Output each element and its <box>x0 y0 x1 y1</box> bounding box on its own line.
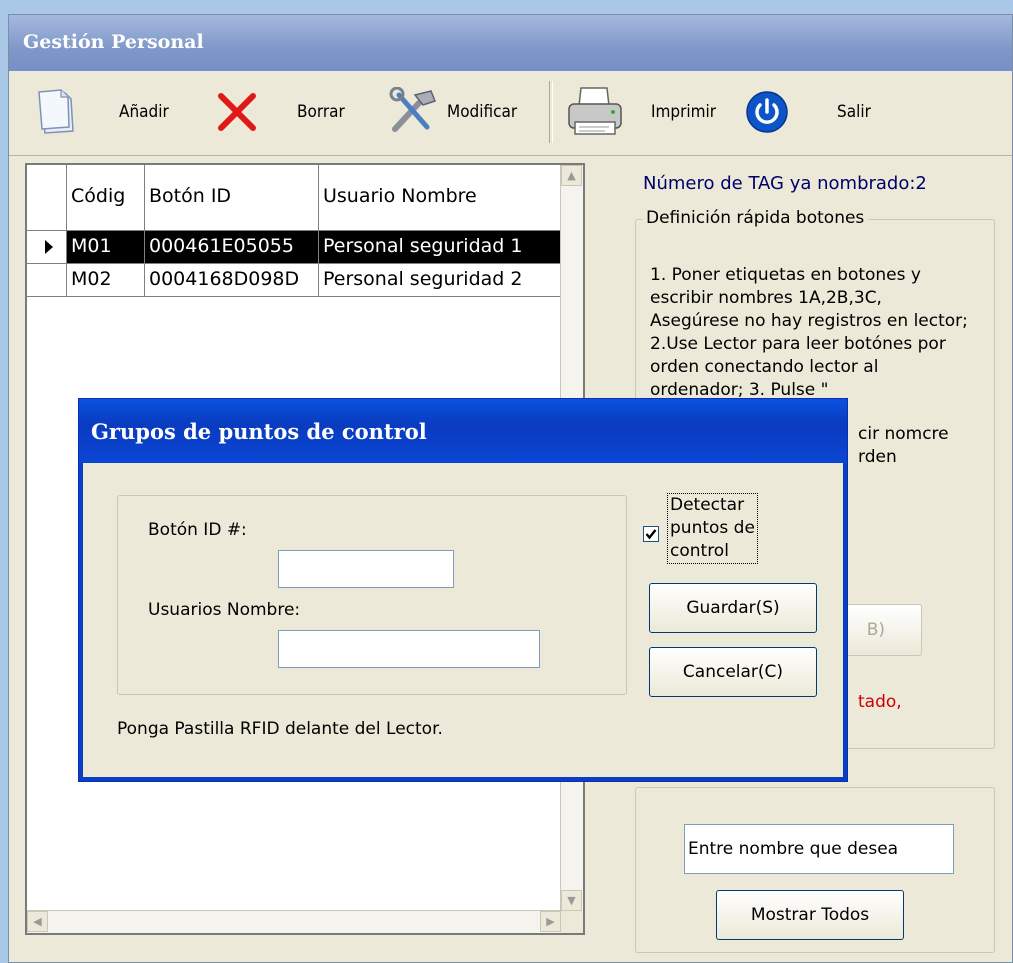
column-header-button-id[interactable]: Botón ID <box>145 165 319 231</box>
new-document-icon <box>35 87 79 137</box>
toolbar-separator <box>549 81 553 143</box>
tag-count-label: Número de TAG ya nombrado:2 <box>643 173 927 194</box>
instructions-fragment: rden <box>858 447 897 467</box>
table-cell[interactable]: Personal seguridad 1 <box>319 231 565 264</box>
tag-info-group: Botón ID #: Usuarios Nombre: <box>117 495 627 695</box>
save-label: Guardar(S) <box>686 598 780 618</box>
row-header-corner <box>27 165 67 231</box>
save-button[interactable]: Guardar(S) <box>649 583 817 633</box>
exit-label: Salir <box>837 102 871 122</box>
scroll-left-button[interactable]: ◀ <box>27 911 48 932</box>
window-title: Gestión Personal <box>23 31 204 53</box>
button-id-label: Botón ID #: <box>148 520 247 540</box>
control-points-dialog: Grupos de puntos de control Botón ID #: … <box>78 398 848 782</box>
detect-label-line: control <box>670 541 729 561</box>
quick-define-button-label: B) <box>866 620 885 640</box>
table-cell[interactable]: M01 <box>67 231 145 264</box>
print-button[interactable]: Imprimir <box>565 87 716 137</box>
user-name-input[interactable] <box>278 630 540 668</box>
print-label: Imprimir <box>651 102 717 122</box>
delete-button[interactable]: Borrar <box>213 87 345 137</box>
detect-label-line: puntos de <box>670 518 755 538</box>
detect-checkbox-label: Detectar puntos de control <box>667 493 758 564</box>
modify-button[interactable]: Modificar <box>385 86 518 137</box>
table-cell[interactable]: M02 <box>67 264 145 297</box>
modify-label: Modificar <box>447 102 518 122</box>
search-group: Entre nombre que desea Mostrar Todos <box>635 787 995 953</box>
row-selector[interactable] <box>27 264 67 297</box>
table-cell[interactable]: Personal seguridad 2 <box>319 264 565 297</box>
instructions-text: 1. Poner etiquetas en botones y escribir… <box>650 265 968 400</box>
exit-button[interactable]: Salir <box>745 87 871 137</box>
show-all-button[interactable]: Mostrar Todos <box>716 890 904 940</box>
toolbar: Añadir Borrar Modificar Imprimir Salir <box>9 73 1012 156</box>
scroll-down-button[interactable]: ▼ <box>561 890 582 911</box>
scroll-up-button[interactable]: ▲ <box>561 165 582 186</box>
tools-icon <box>385 86 441 137</box>
instructions-fragment: cir nomcre <box>858 424 949 444</box>
table-cell[interactable]: 000461E05055 <box>145 231 319 264</box>
cancel-label: Cancelar(C) <box>682 662 784 682</box>
scrollbar-corner <box>561 911 583 933</box>
current-row-arrow-icon <box>44 240 53 254</box>
table-cell[interactable]: 0004168D098D <box>145 264 319 297</box>
rfid-hint: Ponga Pastilla RFID delante del Lector. <box>117 719 443 739</box>
quick-definition-legend: Definición rápida botones <box>642 208 869 228</box>
power-icon <box>745 90 789 134</box>
title-bar[interactable]: Gestión Personal <box>9 15 1012 71</box>
dialog-title: Grupos de puntos de control <box>91 419 427 444</box>
horizontal-scrollbar[interactable]: ◀ ▶ <box>27 910 561 933</box>
cancel-button[interactable]: Cancelar(C) <box>649 647 817 697</box>
printer-icon <box>565 84 625 140</box>
show-all-label: Mostrar Todos <box>750 905 870 925</box>
add-button[interactable]: Añadir <box>35 87 169 137</box>
add-label: Añadir <box>119 102 169 122</box>
detect-label-line: Detectar <box>670 495 745 515</box>
dialog-title-bar[interactable]: Grupos de puntos de control <box>79 399 847 463</box>
button-id-input[interactable] <box>278 550 454 588</box>
delete-label: Borrar <box>297 102 345 122</box>
row-selector[interactable] <box>27 231 67 264</box>
user-name-label: Usuarios Nombre: <box>148 600 301 620</box>
column-header-user-name[interactable]: Usuario Nombre <box>319 165 565 231</box>
checkmark-icon <box>645 529 657 540</box>
delete-x-icon <box>213 88 261 136</box>
detect-checkbox-box[interactable] <box>643 526 659 542</box>
scroll-right-button[interactable]: ▶ <box>540 911 561 932</box>
search-name-input[interactable]: Entre nombre que desea <box>684 824 954 874</box>
status-warning-text: tado, <box>858 692 902 712</box>
column-header-code[interactable]: Códig <box>67 165 145 231</box>
dialog-body: Botón ID #: Usuarios Nombre: Detectar pu… <box>83 463 843 777</box>
